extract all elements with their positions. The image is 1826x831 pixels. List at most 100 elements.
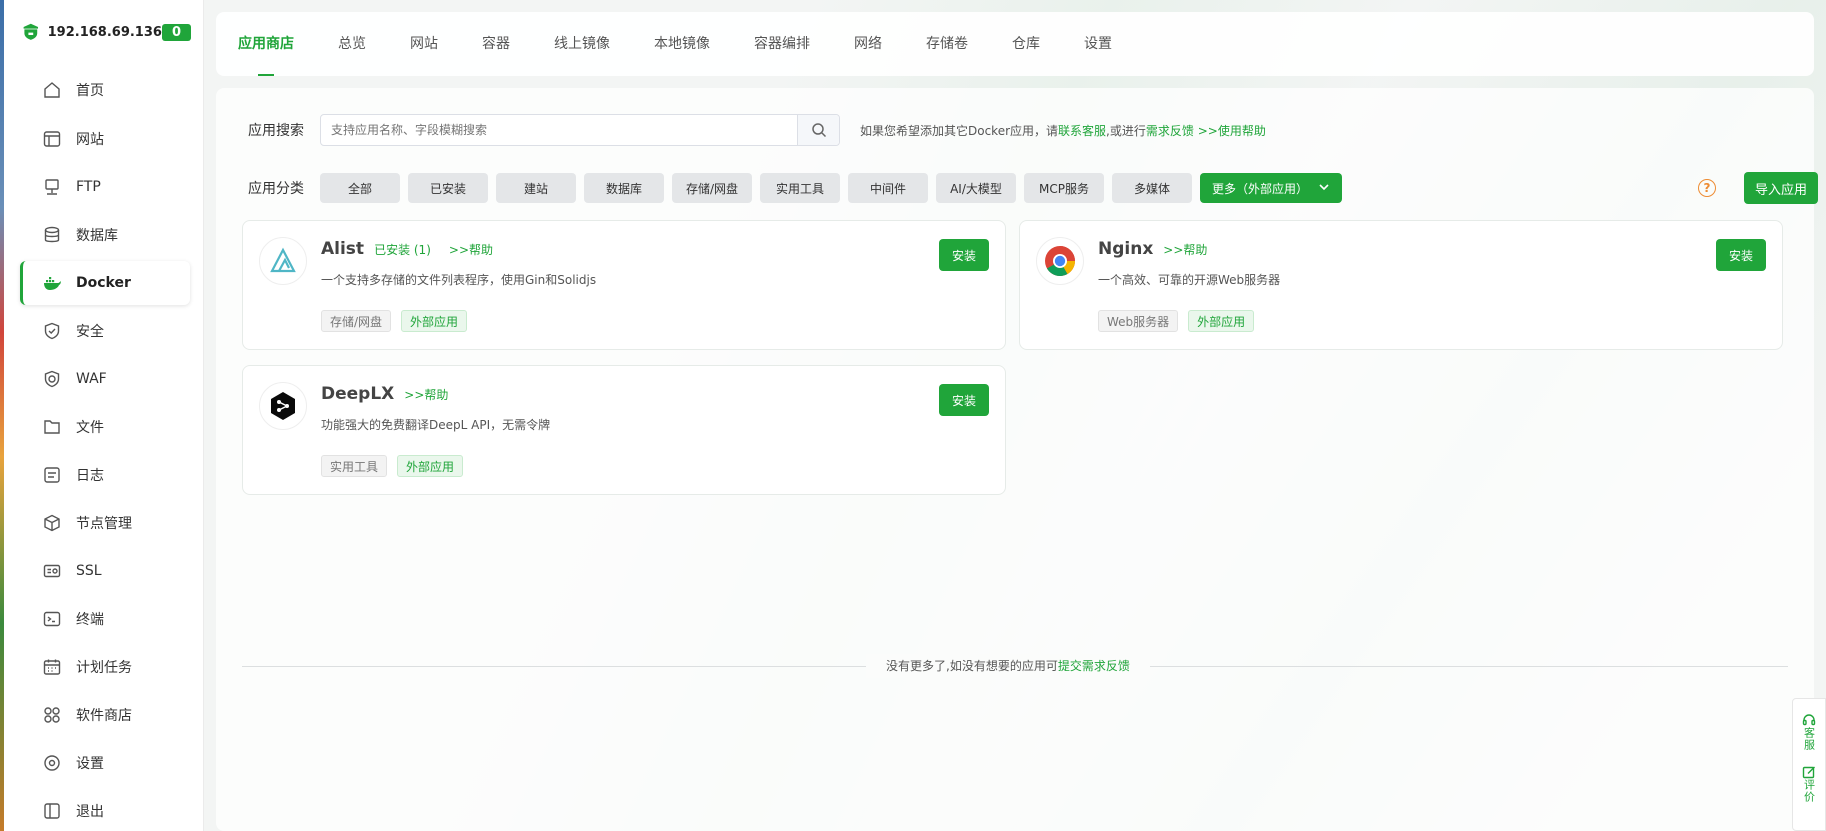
- sidebar-item-website[interactable]: 网站: [20, 117, 190, 161]
- app-tags: 存储/网盘 外部应用: [321, 310, 477, 332]
- review-button[interactable]: 评价: [1802, 765, 1816, 803]
- app-name: Nginx: [1098, 239, 1154, 259]
- sidebar-item-security[interactable]: 安全: [20, 309, 190, 353]
- sidebar-item-cron[interactable]: 计划任务: [20, 645, 190, 689]
- install-button[interactable]: 安装: [1716, 239, 1766, 271]
- tab-settings[interactable]: 设置: [1084, 12, 1112, 76]
- sidebar-item-label: SSL: [76, 563, 102, 579]
- docker-icon: [42, 273, 62, 293]
- sidebar-item-label: 计划任务: [76, 660, 132, 676]
- sidebar-item-settings[interactable]: 设置: [20, 741, 190, 785]
- database-icon: [42, 225, 62, 245]
- app-card-deeplx: DeepLX >>帮助 功能强大的免费翻译DeepL API，无需令牌 实用工具…: [242, 365, 1006, 495]
- sidebar-item-label: 文件: [76, 420, 104, 436]
- tab-containers[interactable]: 容器: [482, 12, 510, 76]
- chevron-down-icon: [1318, 181, 1330, 196]
- install-button[interactable]: 安装: [939, 384, 989, 416]
- headset-icon: [1802, 714, 1816, 726]
- app-tag-external: 外部应用: [401, 310, 468, 332]
- calendar-icon: [42, 657, 62, 677]
- sidebar-item-terminal[interactable]: 终端: [20, 597, 190, 641]
- category-installed[interactable]: 已安装: [408, 173, 488, 203]
- category-label: 应用分类: [248, 181, 304, 197]
- tab-registry[interactable]: 仓库: [1012, 12, 1040, 76]
- sidebar-item-label: FTP: [76, 179, 101, 195]
- sidebar-item-files[interactable]: 文件: [20, 405, 190, 449]
- app-help-link[interactable]: >>帮助: [449, 241, 493, 258]
- sidebar-header: 192.168.69.136 0: [4, 0, 203, 64]
- import-app-button[interactable]: 导入应用: [1744, 172, 1818, 204]
- terminal-icon: [42, 609, 62, 629]
- app-name: DeepLX: [321, 384, 395, 404]
- cube-icon: [42, 513, 62, 533]
- ftp-icon: [42, 177, 62, 197]
- tab-online-images[interactable]: 线上镜像: [554, 12, 610, 76]
- app-help-link[interactable]: >>帮助: [404, 386, 448, 403]
- card-title-row: Alist 已安装 (1) >>帮助: [321, 239, 493, 259]
- sidebar-item-logs[interactable]: 日志: [20, 453, 190, 497]
- install-button[interactable]: 安装: [939, 239, 989, 271]
- sidebar-item-store[interactable]: 软件商店: [20, 693, 190, 737]
- hint-text-mid: ,或进行: [1106, 123, 1146, 138]
- category-storage[interactable]: 存储/网盘: [672, 173, 752, 203]
- app-description: 一个高效、可靠的开源Web服务器: [1098, 273, 1281, 287]
- tab-app-store[interactable]: 应用商店: [238, 12, 294, 76]
- category-website[interactable]: 建站: [496, 173, 576, 203]
- category-mcp[interactable]: MCP服务: [1024, 173, 1104, 203]
- category-all[interactable]: 全部: [320, 173, 400, 203]
- search-hint: 如果您希望添加其它Docker应用，请联系客服,或进行需求反馈 >>使用帮助: [860, 122, 1266, 139]
- ssl-icon: [42, 561, 62, 581]
- folder-icon: [42, 417, 62, 437]
- feedback-link[interactable]: 需求反馈: [1146, 124, 1194, 138]
- category-tools[interactable]: 实用工具: [760, 173, 840, 203]
- category-media[interactable]: 多媒体: [1112, 173, 1192, 203]
- tab-network[interactable]: 网络: [854, 12, 882, 76]
- app-tag-category: 实用工具: [321, 455, 388, 477]
- tab-compose[interactable]: 容器编排: [754, 12, 810, 76]
- tab-volumes[interactable]: 存储卷: [926, 12, 968, 76]
- sidebar-item-label: 数据库: [76, 228, 118, 244]
- sidebar-item-nodes[interactable]: 节点管理: [20, 501, 190, 545]
- app-tag-category: 存储/网盘: [321, 310, 392, 332]
- customer-service-button[interactable]: 客服: [1802, 713, 1816, 751]
- installed-count-link[interactable]: 已安装 (1): [374, 241, 431, 258]
- app-store-panel: 应用搜索 如果您希望添加其它Docker应用，请联系客服,或进行需求反馈 >>使…: [216, 88, 1818, 831]
- home-icon: [42, 80, 62, 100]
- sidebar-item-logout[interactable]: 退出: [20, 789, 190, 831]
- category-ai[interactable]: AI/大模型: [936, 173, 1016, 203]
- app-card-alist: Alist 已安装 (1) >>帮助 一个支持多存储的文件列表程序，使用Gin和…: [242, 220, 1006, 350]
- category-database[interactable]: 数据库: [584, 173, 664, 203]
- category-middleware[interactable]: 中间件: [848, 173, 928, 203]
- alert-count-badge[interactable]: 0: [161, 23, 191, 41]
- submit-feedback-link[interactable]: 提交需求反馈: [1058, 659, 1130, 673]
- sidebar-item-docker[interactable]: Docker: [20, 261, 190, 305]
- search-row: 应用搜索 如果您希望添加其它Docker应用，请联系客服,或进行需求反馈 >>使…: [248, 114, 1266, 146]
- server-ip[interactable]: 192.168.69.136: [48, 25, 162, 40]
- sidebar-item-label: 终端: [76, 612, 104, 628]
- waf-icon: [42, 369, 62, 389]
- sidebar-item-label: 退出: [76, 804, 104, 820]
- category-row: 应用分类 全部 已安装 建站 数据库 存储/网盘 实用工具 中间件 AI/大模型…: [248, 172, 1818, 204]
- sidebar-item-ftp[interactable]: FTP: [20, 165, 190, 209]
- sidebar-item-waf[interactable]: WAF: [20, 357, 190, 401]
- usage-help-link[interactable]: >>使用帮助: [1194, 124, 1266, 138]
- sidebar-item-database[interactable]: 数据库: [20, 213, 190, 257]
- sidebar: 192.168.69.136 0 首页 网站 FTP 数据库 Docker 安全…: [4, 0, 204, 831]
- search-input[interactable]: [321, 115, 797, 145]
- app-help-link[interactable]: >>帮助: [1163, 241, 1207, 258]
- category-more-dropdown[interactable]: 更多（外部应用）: [1200, 173, 1343, 203]
- tab-website[interactable]: 网站: [410, 12, 438, 76]
- tab-local-images[interactable]: 本地镜像: [654, 12, 710, 76]
- sidebar-item-ssl[interactable]: SSL: [20, 549, 190, 593]
- search-button[interactable]: [797, 115, 839, 145]
- sidebar-item-label: 网站: [76, 132, 104, 148]
- help-icon[interactable]: ?: [1698, 179, 1716, 197]
- floating-support-panel: 客服 评价: [1792, 698, 1826, 831]
- search-icon: [811, 123, 826, 138]
- docker-tabs: 应用商店 总览 网站 容器 线上镜像 本地镜像 容器编排 网络 存储卷 仓库 设…: [216, 12, 1814, 76]
- sidebar-item-label: 节点管理: [76, 516, 132, 532]
- edit-icon: [1802, 766, 1815, 779]
- contact-support-link[interactable]: 联系客服: [1058, 124, 1106, 138]
- sidebar-item-home[interactable]: 首页: [20, 68, 190, 112]
- tab-overview[interactable]: 总览: [338, 12, 366, 76]
